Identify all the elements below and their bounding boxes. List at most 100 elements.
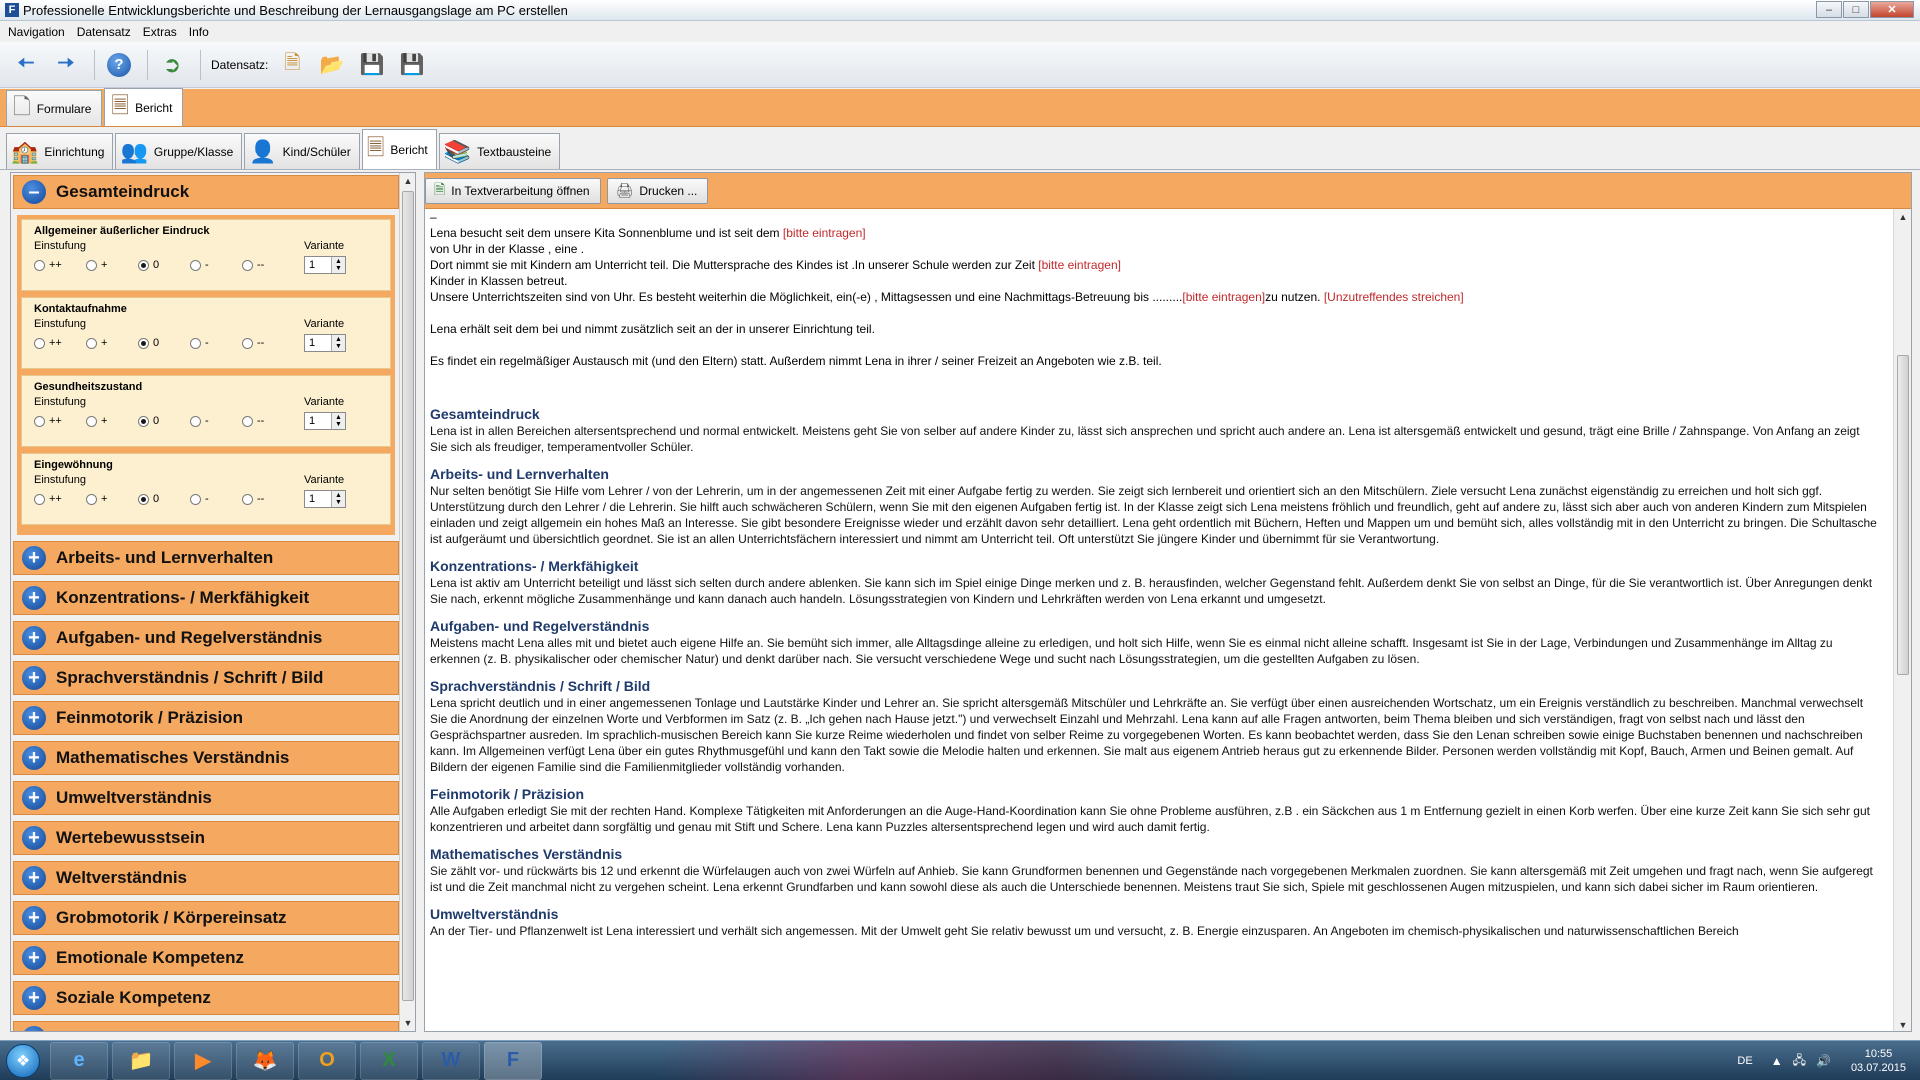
tab-einrichtung[interactable]: 🏫 Einrichtung (6, 133, 114, 169)
rating-option[interactable]: -- (242, 259, 294, 271)
expand-icon[interactable]: + (22, 906, 46, 930)
rating-option[interactable]: + (86, 337, 138, 349)
rating-option[interactable]: + (86, 493, 138, 505)
radio-icon[interactable] (86, 493, 97, 505)
volume-icon[interactable]: 🔊 (1816, 1054, 1831, 1068)
section-header[interactable]: + Wertebewusstsein (13, 821, 399, 855)
expand-icon[interactable]: + (22, 666, 46, 690)
rating-option[interactable]: + (86, 415, 138, 427)
rating-option[interactable]: -- (242, 337, 294, 349)
expand-icon[interactable]: + (22, 986, 46, 1010)
rating-option[interactable]: ++ (34, 337, 86, 349)
section-gesamteindruck[interactable]: – Gesamteindruck (13, 175, 399, 209)
rating-option[interactable]: ++ (34, 493, 86, 505)
menu-info[interactable]: Info (183, 25, 215, 39)
radio-icon[interactable] (242, 337, 253, 349)
clock[interactable]: 10:55 03.07.2015 (1851, 1047, 1906, 1075)
section-header[interactable]: + Sprachverständnis / Schrift / Bild (13, 661, 399, 695)
rating-option[interactable]: + (86, 259, 138, 271)
tab-bericht[interactable]: 🗏 Bericht (104, 88, 184, 126)
save-as-icon[interactable]: 💾 (394, 47, 430, 83)
close-button[interactable]: ✕ (1870, 1, 1914, 18)
save-icon[interactable]: 💾 (354, 47, 390, 83)
maximize-button[interactable]: □ (1843, 1, 1869, 18)
stepper-arrows-icon[interactable]: ▲ ▼ (331, 335, 345, 351)
scroll-up-icon[interactable]: ▲ (400, 173, 415, 189)
scroll-down-icon[interactable]: ▼ (1894, 1017, 1911, 1031)
radio-icon[interactable] (86, 337, 97, 349)
taskbar-firefox-button[interactable]: 🦊 (236, 1041, 294, 1080)
open-in-word-button[interactable]: 🗎 In Textverarbeitung öffnen (425, 177, 601, 204)
exit-icon[interactable]: ➲ (154, 47, 190, 83)
expand-icon[interactable]: + (22, 866, 46, 890)
rating-option[interactable]: -- (242, 493, 294, 505)
rating-option[interactable]: ++ (34, 415, 86, 427)
tab-textbausteine[interactable]: 📚 Textbausteine (438, 133, 561, 169)
radio-icon[interactable] (138, 415, 149, 427)
expand-icon[interactable]: + (22, 786, 46, 810)
section-header[interactable]: + Emotionale Kompetenz (13, 941, 399, 975)
rating-option[interactable]: - (190, 337, 242, 349)
tab-kind-schueler[interactable]: 👤 Kind/Schüler (244, 133, 360, 169)
scroll-down-icon[interactable]: ▼ (400, 1015, 415, 1031)
radio-icon[interactable] (190, 259, 201, 271)
section-header[interactable]: + Soziale Kompetenz (13, 981, 399, 1015)
open-folder-icon[interactable]: 📂 (314, 47, 350, 83)
taskbar-word-button[interactable]: W (422, 1041, 480, 1080)
expand-icon[interactable]: + (22, 586, 46, 610)
radio-icon[interactable] (138, 337, 149, 349)
minimize-button[interactable]: – (1816, 1, 1842, 18)
radio-icon[interactable] (34, 415, 45, 427)
expand-icon[interactable]: + (22, 546, 46, 570)
rating-option[interactable]: - (190, 259, 242, 271)
radio-icon[interactable] (34, 493, 45, 505)
title-bar[interactable]: F Professionelle Entwicklungsberichte un… (0, 0, 1920, 21)
rating-option[interactable]: - (190, 493, 242, 505)
tab-gruppe-klasse[interactable]: 👥 Gruppe/Klasse (115, 133, 243, 169)
rating-option[interactable]: 0 (138, 337, 190, 349)
rating-option[interactable]: 0 (138, 415, 190, 427)
start-button[interactable]: ❖ (0, 1041, 46, 1080)
variante-stepper[interactable]: 1 ▲ ▼ (304, 334, 346, 352)
taskbar-excel-button[interactable]: X (360, 1041, 418, 1080)
section-header[interactable]: + Umweltverständnis (13, 781, 399, 815)
section-header[interactable]: + Weltverständnis (13, 861, 399, 895)
language-indicator[interactable]: DE (1737, 1055, 1752, 1067)
section-header[interactable]: + Aufgaben- und Regelverständnis (13, 621, 399, 655)
expand-icon[interactable]: + (22, 746, 46, 770)
show-hidden-icons-icon[interactable]: ▲ (1771, 1054, 1783, 1068)
menu-datensatz[interactable]: Datensatz (71, 25, 137, 39)
rating-option[interactable]: 0 (138, 493, 190, 505)
expand-icon[interactable]: + (22, 946, 46, 970)
radio-icon[interactable] (138, 259, 149, 271)
variante-stepper[interactable]: 1 ▲ ▼ (304, 490, 346, 508)
scroll-thumb[interactable] (402, 191, 414, 1001)
tab-formulare[interactable]: 🗋 Formulare (6, 90, 103, 126)
variante-stepper[interactable]: 1 ▲ ▼ (304, 256, 346, 274)
radio-icon[interactable] (190, 493, 201, 505)
section-header[interactable]: + Abschluss (13, 1021, 399, 1031)
left-scrollbar[interactable]: ▲ ▼ (399, 173, 415, 1031)
rating-option[interactable]: 0 (138, 259, 190, 271)
section-header[interactable]: + Feinmotorik / Präzision (13, 701, 399, 735)
taskbar-media-player-button[interactable]: ▶ (174, 1041, 232, 1080)
forward-icon[interactable]: 🠦 (48, 47, 84, 83)
menu-navigation[interactable]: Navigation (2, 25, 71, 39)
network-icon[interactable]: 🖧 (1793, 1051, 1806, 1072)
radio-icon[interactable] (86, 415, 97, 427)
menu-extras[interactable]: Extras (137, 25, 183, 39)
rating-option[interactable]: -- (242, 415, 294, 427)
stepper-arrows-icon[interactable]: ▲ ▼ (331, 491, 345, 507)
stepper-arrows-icon[interactable]: ▲ ▼ (331, 257, 345, 273)
section-header[interactable]: + Konzentrations- / Merkfähigkeit (13, 581, 399, 615)
taskbar-ie-button[interactable]: e (50, 1041, 108, 1080)
section-header[interactable]: + Arbeits- und Lernverhalten (13, 541, 399, 575)
expand-icon[interactable]: + (22, 706, 46, 730)
new-record-icon[interactable]: 🗎 (274, 47, 310, 83)
taskbar-app-button[interactable]: F (484, 1041, 542, 1080)
scroll-thumb[interactable] (1897, 355, 1909, 675)
radio-icon[interactable] (86, 259, 97, 271)
stepper-arrows-icon[interactable]: ▲ ▼ (331, 413, 345, 429)
taskbar-explorer-button[interactable]: 📁 (112, 1041, 170, 1080)
expand-icon[interactable]: + (22, 826, 46, 850)
